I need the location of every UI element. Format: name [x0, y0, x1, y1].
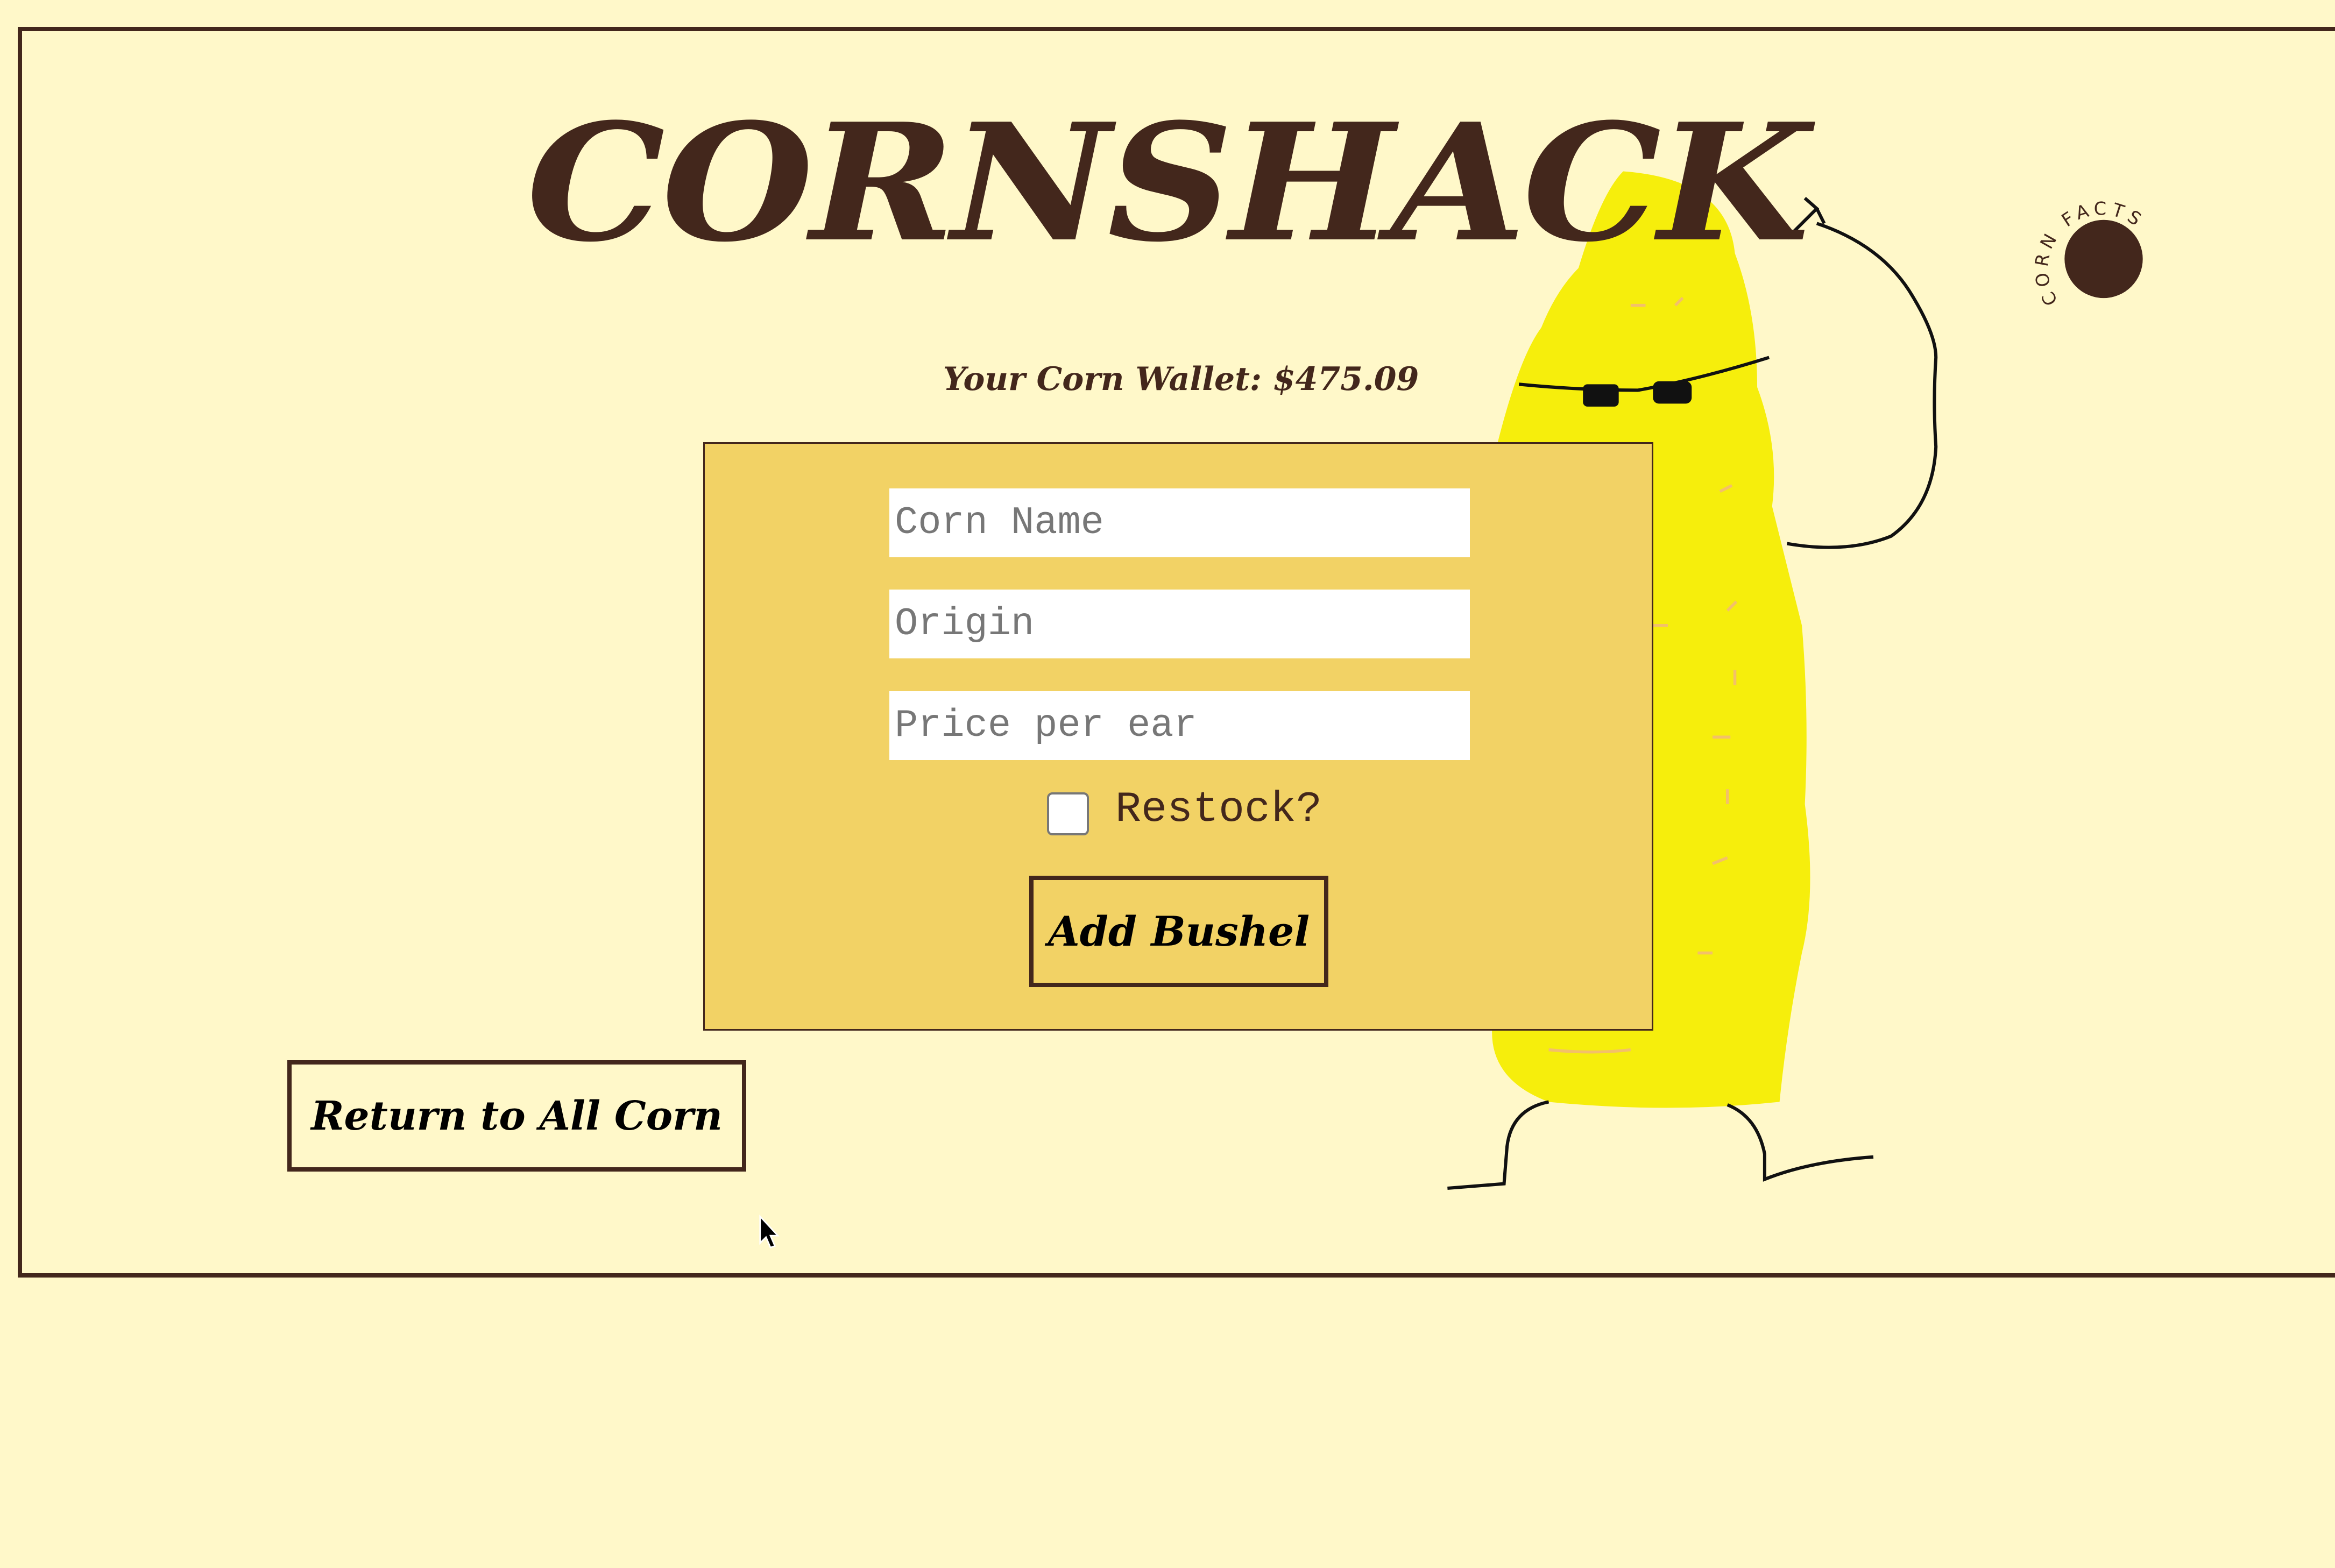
- price-per-ear-input[interactable]: [889, 691, 1470, 760]
- corn-name-input[interactable]: [889, 488, 1470, 557]
- corn-facts-dot-icon: [2064, 219, 2143, 299]
- restock-checkbox[interactable]: [1047, 792, 1089, 835]
- mouse-cursor-icon: [759, 1215, 780, 1248]
- site-title: CORNSHACK: [526, 88, 1810, 278]
- corn-facts-badge[interactable]: CORN FACTS: [2028, 188, 2179, 328]
- add-bushel-button[interactable]: Add Bushel: [1029, 876, 1328, 987]
- return-to-all-corn-button[interactable]: Return to All Corn: [287, 1060, 746, 1172]
- origin-input[interactable]: [889, 590, 1470, 658]
- add-corn-form: Restock? Add Bushel: [703, 442, 1653, 1031]
- corn-wallet-balance: Your Corn Wallet: $475.09: [943, 360, 1419, 398]
- restock-label[interactable]: Restock?: [1115, 785, 1322, 834]
